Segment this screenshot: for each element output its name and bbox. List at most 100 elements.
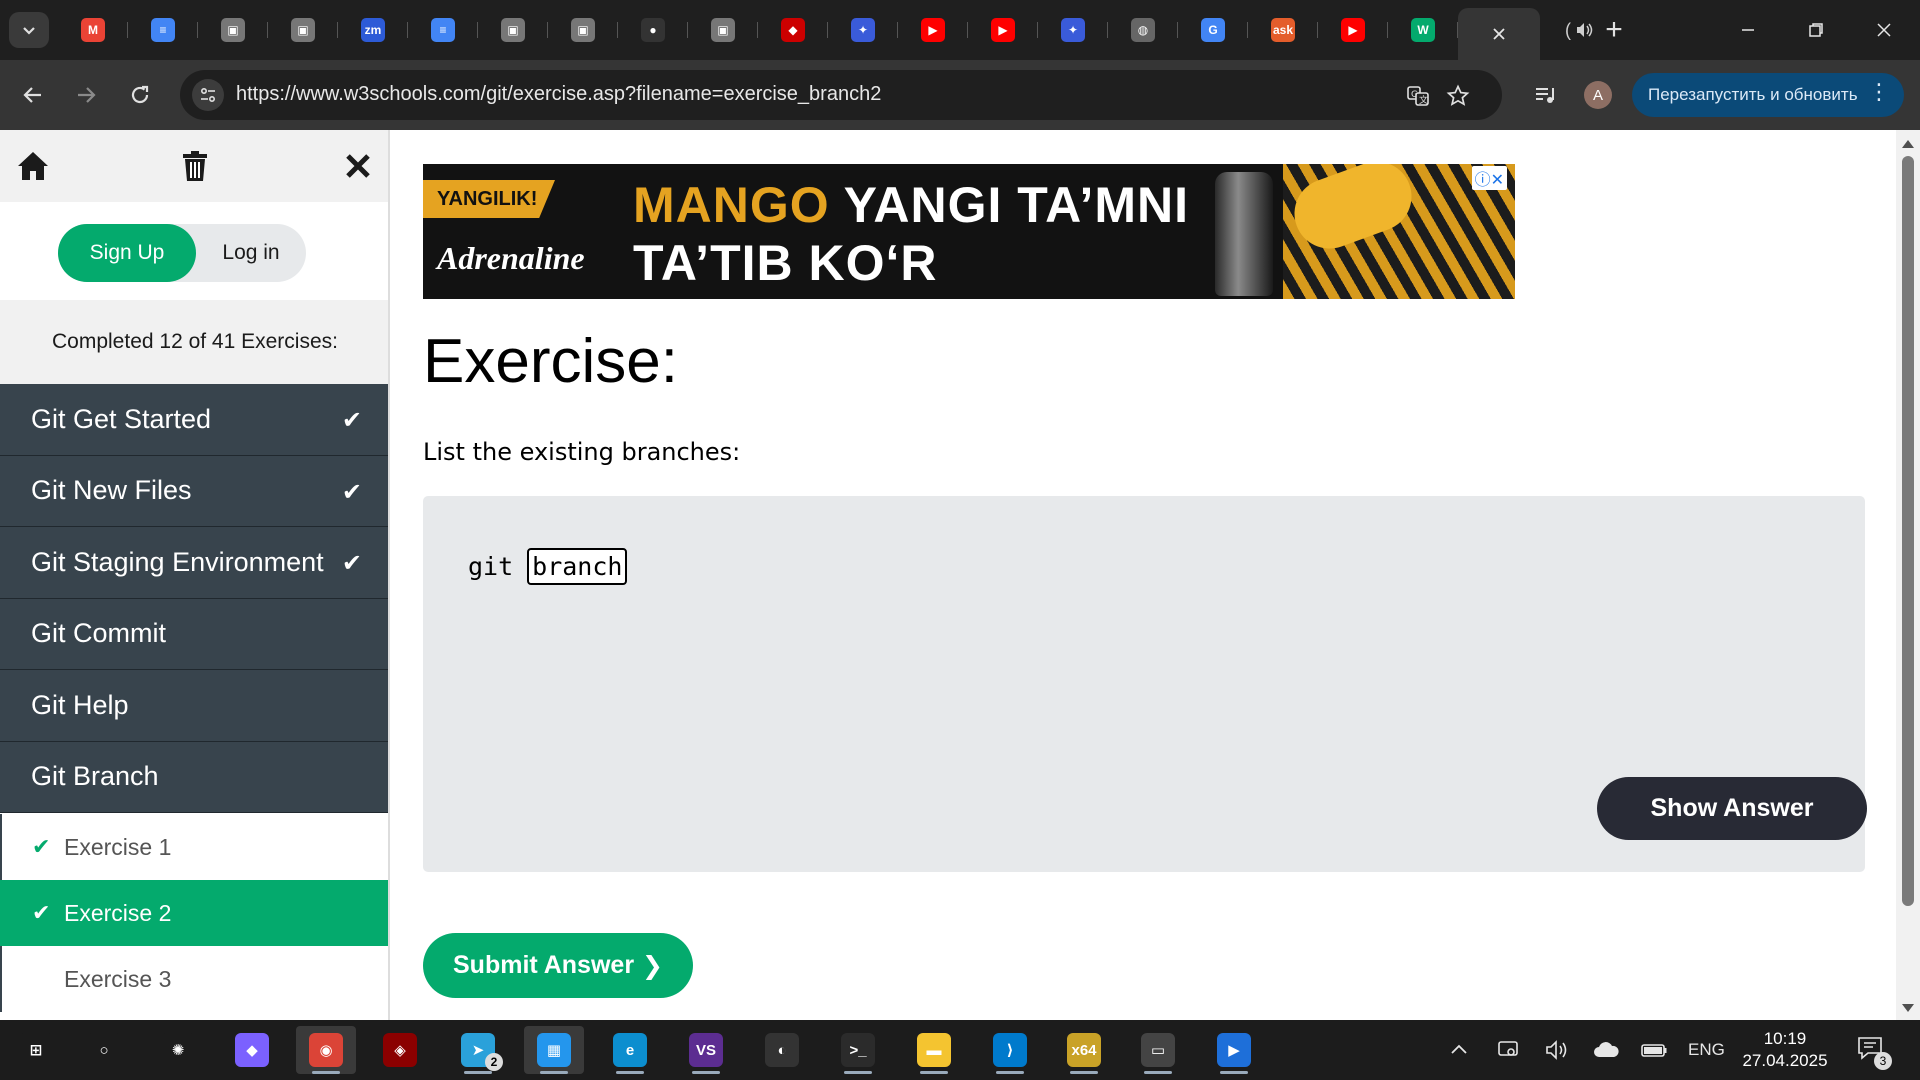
tab-list: M ≡ ▣ ▣ zm ≡ ▣ ▣ ● ▣ ◆ ✦ ▶ ▶ ✦ ◍ Gask ▶ W ( bbox=[58, 8, 1620, 60]
browser-tab[interactable]: ▣ bbox=[198, 8, 268, 52]
advertisement-banner[interactable]: YANGILIK! Adrenaline MANGO YANGI TA’MNI … bbox=[423, 164, 1515, 299]
submit-answer-button[interactable]: Submit Answer ❯ bbox=[423, 933, 693, 998]
address-bar[interactable]: https://www.w3schools.com/git/exercise.a… bbox=[180, 70, 1502, 120]
browser-tab[interactable]: G bbox=[1178, 8, 1248, 52]
new-tab-button[interactable]: + bbox=[1596, 12, 1632, 48]
browser-tab[interactable]: ▣ bbox=[548, 8, 618, 52]
home-button[interactable] bbox=[13, 146, 53, 186]
taskbar-app-button[interactable]: ⊞ bbox=[6, 1026, 66, 1074]
sidebar-toolbar bbox=[0, 130, 388, 202]
volume-icon bbox=[1546, 1040, 1567, 1060]
taskbar-app-button[interactable]: ✺ bbox=[148, 1026, 208, 1074]
forward-button[interactable] bbox=[68, 77, 104, 113]
taskbar-app-button[interactable]: ▶ bbox=[1204, 1026, 1264, 1074]
taskbar-app-button[interactable]: VS bbox=[676, 1026, 736, 1074]
playlist-icon bbox=[1536, 88, 1554, 103]
browser-tab[interactable]: M bbox=[58, 8, 128, 52]
sidebar-exercise-item[interactable]: ✔ Exercise 1 bbox=[0, 814, 388, 880]
browser-tab[interactable]: ▶ bbox=[1318, 8, 1388, 52]
close-tab-icon[interactable] bbox=[1491, 26, 1507, 42]
sidebar-chapter-item[interactable]: Git Commit bbox=[0, 598, 388, 670]
browser-tab[interactable]: ✦ bbox=[828, 8, 898, 52]
reload-button[interactable] bbox=[122, 77, 158, 113]
taskbar-app-button[interactable]: ◈ bbox=[370, 1026, 430, 1074]
battery-button[interactable] bbox=[1640, 1034, 1668, 1066]
sidebar-chapter-item[interactable]: Git Help bbox=[0, 670, 388, 742]
scroll-up-icon[interactable] bbox=[1902, 140, 1914, 148]
media-controls-button[interactable] bbox=[1528, 78, 1562, 112]
url-text[interactable]: https://www.w3schools.com/git/exercise.a… bbox=[236, 83, 881, 106]
notifications-button[interactable]: 3 bbox=[1856, 1034, 1892, 1070]
taskbar-app-button[interactable]: ◐ bbox=[752, 1026, 812, 1074]
page-scrollbar[interactable] bbox=[1896, 130, 1920, 1020]
onedrive-button[interactable] bbox=[1592, 1034, 1620, 1066]
volume-button[interactable] bbox=[1544, 1034, 1570, 1066]
taskbar-app-button[interactable]: ▭ bbox=[1128, 1026, 1188, 1074]
site-info-button[interactable] bbox=[192, 79, 224, 111]
browser-tab[interactable]: W bbox=[1388, 8, 1458, 52]
ad-subheadline: TA’TIB KO‘R bbox=[633, 235, 938, 291]
taskbar-app-button[interactable]: ○ bbox=[74, 1026, 134, 1074]
sidebar-chapter-item[interactable]: Git Get Started ✔ bbox=[0, 384, 388, 456]
taskbar-app-button[interactable]: x64 bbox=[1054, 1026, 1114, 1074]
taskbar-app-button[interactable]: ➤ 2 bbox=[448, 1026, 508, 1074]
sidebar-exercise-item[interactable]: ✔ Exercise 2 bbox=[0, 880, 388, 946]
browser-tab[interactable]: ◆ bbox=[758, 8, 828, 52]
battery-icon bbox=[1641, 1044, 1667, 1057]
tray-device-button[interactable] bbox=[1496, 1034, 1520, 1066]
browser-tab[interactable]: ◍ bbox=[1108, 8, 1178, 52]
restart-update-button[interactable]: Перезапустить и обновить ⋮ bbox=[1632, 73, 1904, 117]
back-button[interactable] bbox=[15, 77, 51, 113]
sidebar-chapter-item[interactable]: Git Staging Environment ✔ bbox=[0, 527, 388, 599]
scrollbar-thumb[interactable] bbox=[1902, 156, 1914, 906]
taskbar-app-button[interactable]: ▬ bbox=[904, 1026, 964, 1074]
clock[interactable]: 10:19 27.04.2025 bbox=[1740, 1028, 1830, 1072]
browser-tab[interactable]: ▣ bbox=[688, 8, 758, 52]
profile-avatar[interactable]: A bbox=[1584, 81, 1612, 109]
tab-search-button[interactable] bbox=[9, 12, 49, 48]
close-sidebar-button[interactable] bbox=[338, 146, 378, 186]
browser-toolbar: https://www.w3schools.com/git/exercise.a… bbox=[0, 60, 1920, 130]
browser-tab[interactable]: ask bbox=[1248, 8, 1318, 52]
active-browser-tab[interactable] bbox=[1458, 8, 1540, 60]
browser-tab[interactable]: ▣ bbox=[268, 8, 338, 52]
sidebar-chapter-item[interactable]: Git New Files ✔ bbox=[0, 455, 388, 527]
browser-tab[interactable]: ▶ bbox=[968, 8, 1038, 52]
page-icon: ▣ bbox=[501, 18, 525, 42]
log-in-button[interactable]: Log in bbox=[196, 224, 306, 282]
ad-choices-button[interactable]: ⓘ✕ bbox=[1471, 166, 1507, 190]
home-icon bbox=[18, 152, 48, 180]
sign-up-button[interactable]: Sign Up bbox=[58, 224, 196, 282]
reset-progress-button[interactable] bbox=[175, 146, 215, 186]
bookmark-button[interactable] bbox=[1442, 80, 1474, 112]
chapter-list: Git Get Started ✔ Git New Files ✔ Git Stagin… bbox=[0, 384, 388, 813]
browser-tab[interactable]: ● bbox=[618, 8, 688, 52]
browser-tab[interactable]: ▶ bbox=[898, 8, 968, 52]
minimize-button[interactable] bbox=[1714, 0, 1782, 60]
restore-button[interactable] bbox=[1782, 0, 1850, 60]
browser-tab[interactable]: ≡ bbox=[128, 8, 198, 52]
taskbar-app-button[interactable]: ◉ bbox=[296, 1026, 356, 1074]
clock-date: 27.04.2025 bbox=[1742, 1051, 1828, 1070]
taskbar-app-button[interactable]: ◆ bbox=[222, 1026, 282, 1074]
browser-tab[interactable]: ▣ bbox=[478, 8, 548, 52]
translate-button[interactable]: G文 bbox=[1402, 80, 1434, 112]
sidebar-chapter-item[interactable]: Git Branch bbox=[0, 741, 388, 813]
taskbar-app-button[interactable]: ⟩ bbox=[980, 1026, 1040, 1074]
browser-tab[interactable]: ✦ bbox=[1038, 8, 1108, 52]
taskbar-app-button[interactable]: >_ bbox=[828, 1026, 888, 1074]
sidebar-exercise-item[interactable]: Exercise 3 bbox=[0, 946, 388, 1012]
exercise-code-area: git branch Show Answer bbox=[423, 496, 1867, 872]
browser-tab[interactable]: zm bbox=[338, 8, 408, 52]
taskbar-app-button[interactable]: e bbox=[600, 1026, 660, 1074]
answer-input[interactable]: branch bbox=[527, 548, 628, 585]
running-indicator bbox=[692, 1071, 720, 1074]
exercise-list: ✔ Exercise 1 ✔ Exercise 2 Exercise 3 bbox=[0, 814, 388, 1012]
scroll-down-icon[interactable] bbox=[1902, 1004, 1914, 1012]
language-indicator[interactable]: ENG bbox=[1688, 1034, 1725, 1066]
show-answer-button[interactable]: Show Answer bbox=[1597, 777, 1867, 840]
close-window-button[interactable] bbox=[1850, 0, 1918, 60]
browser-tab[interactable]: ≡ bbox=[408, 8, 478, 52]
taskbar-app-button[interactable]: ▦ bbox=[524, 1026, 584, 1074]
show-hidden-icons-button[interactable] bbox=[1448, 1034, 1470, 1066]
